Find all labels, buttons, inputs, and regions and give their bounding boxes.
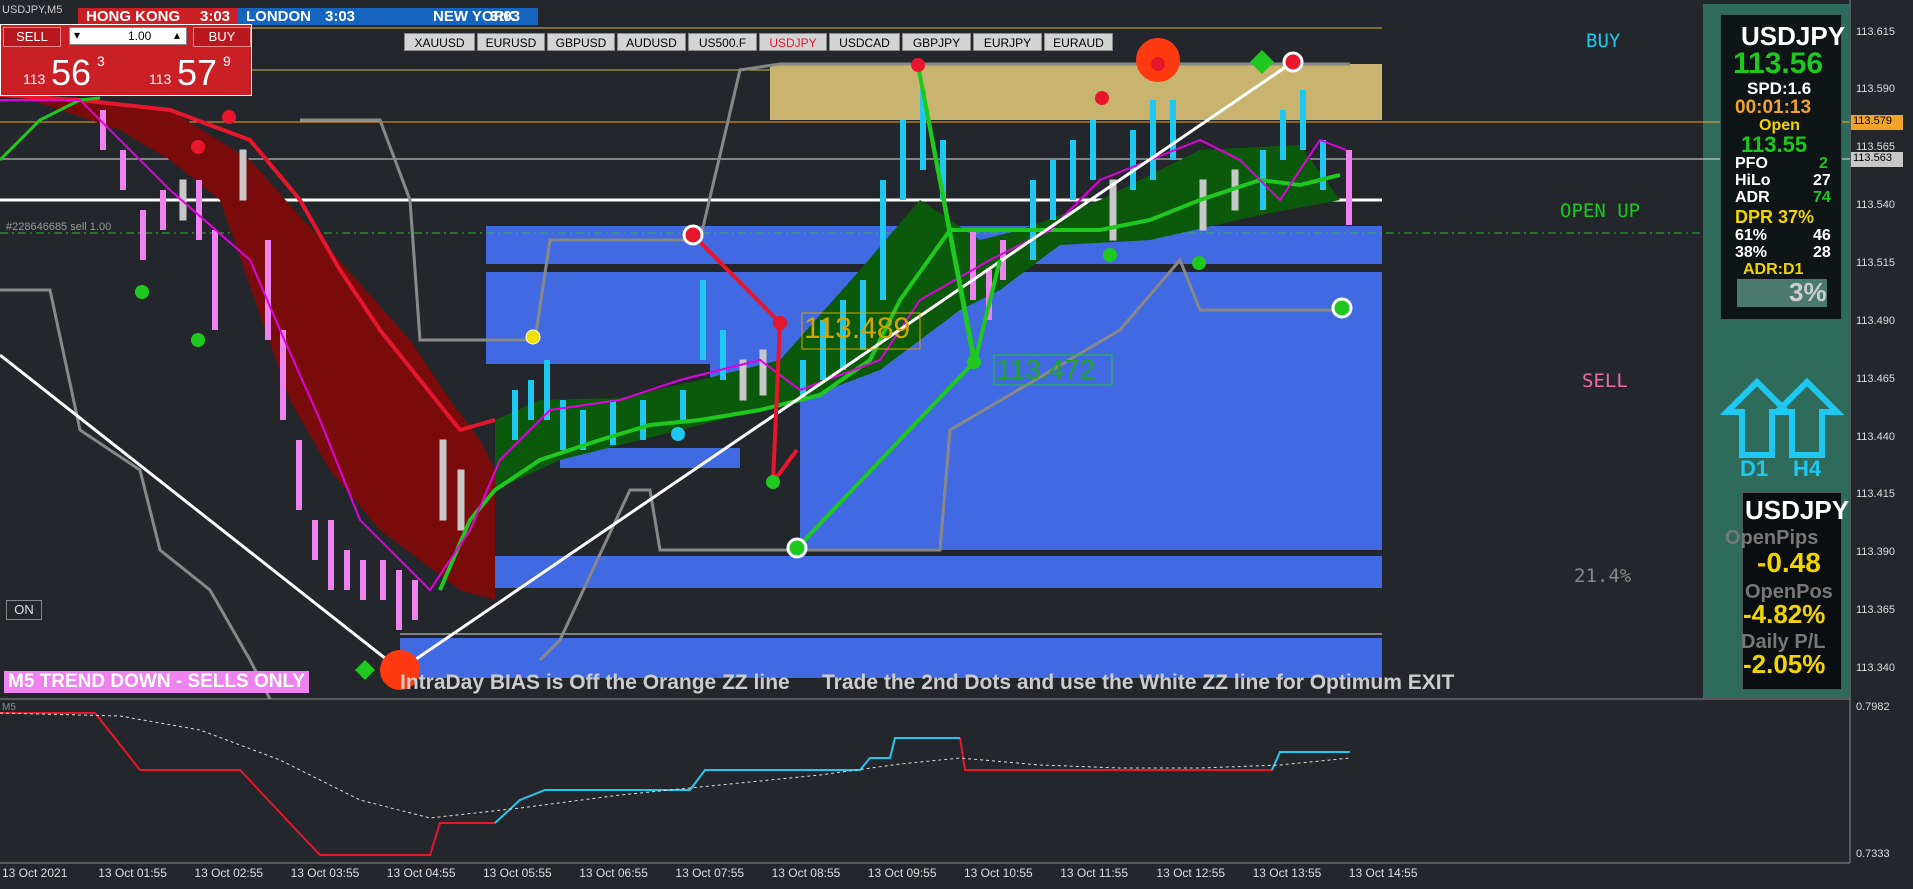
d1-label: D1 xyxy=(1740,456,1769,481)
trade-instructions-text: Trade the 2nd Dots and use the White ZZ … xyxy=(822,671,1455,694)
chart-title: USDJPY,M5 xyxy=(2,4,63,16)
info-timer: 00:01:13 xyxy=(1735,97,1812,118)
indicator-cyan-line xyxy=(494,737,960,824)
london-label: LONDON xyxy=(246,8,311,25)
price-axis-label: 113.365 xyxy=(1856,604,1895,616)
time-axis-label: 13 Oct 07:55 xyxy=(675,866,745,880)
time-axis-label: 13 Oct 12:55 xyxy=(1156,866,1226,880)
symbol-info-panel: USDJPY 113.56 SPD:1.6 00:01:13 Open 113.… xyxy=(1720,14,1845,320)
indicator-dotted-line xyxy=(0,712,1351,819)
info-hilo-value: 27 xyxy=(1813,172,1831,189)
time-axis-label: 13 Oct 14:55 xyxy=(1348,866,1418,880)
daily-pl-value: -2.05% xyxy=(1743,649,1826,679)
price-axis-label: 113.440 xyxy=(1856,431,1895,443)
sell-signal-label: SELL xyxy=(1582,370,1628,392)
time-axis-label: 13 Oct 03:55 xyxy=(290,866,360,880)
lot-increase-icon[interactable]: ▴ xyxy=(174,28,180,42)
lot-value: 1.00 xyxy=(128,29,152,43)
price-axis-label: 113.540 xyxy=(1856,199,1895,211)
info-spread: SPD:1.6 xyxy=(1747,79,1812,98)
symbol-button-eurjpy[interactable]: EURJPY xyxy=(973,33,1042,51)
info-hilo-label: HiLo xyxy=(1735,172,1771,189)
symbol-button-gbpusd[interactable]: GBPUSD xyxy=(547,33,615,51)
lot-size-field[interactable]: ▾ 1.00 ▴ xyxy=(69,27,187,45)
indicator-axis-top: 0.7982 xyxy=(1856,701,1890,713)
hongkong-label: HONG KONG xyxy=(86,8,181,25)
price-axis-label: 113.515 xyxy=(1856,257,1895,269)
trend-banner: M5 TREND DOWN - SELLS ONLY xyxy=(4,671,309,693)
info-dpr: DPR 37% xyxy=(1735,207,1815,227)
time-axis-label: 13 Oct 11:55 xyxy=(1060,866,1129,880)
open-up-label: OPEN UP xyxy=(1560,200,1641,222)
info-61-label: 61% xyxy=(1735,227,1768,244)
time-axis-label: 13 Oct 13:55 xyxy=(1252,866,1322,880)
symbol-button-audusd[interactable]: AUDUSD xyxy=(617,33,686,51)
current-price-tag-label: 113.563 xyxy=(1853,152,1892,164)
info-pfo-label: PFO xyxy=(1735,155,1768,172)
info-adr-label: ADR xyxy=(1735,189,1770,206)
one-click-trading-panel: SELL ▾ 1.00 ▴ BUY 113 56 3 113 57 9 xyxy=(0,24,252,96)
price-axis-label: 113.490 xyxy=(1856,315,1895,327)
price-axis-label: 113.615 xyxy=(1856,26,1895,38)
price-axis-label: 113.390 xyxy=(1856,546,1895,558)
indicator-cyan-line-2 xyxy=(1271,751,1350,771)
time-axis-label: 13 Oct 10:55 xyxy=(964,866,1033,880)
percent-label: 21.4% xyxy=(1574,565,1632,587)
buy-price[interactable]: 113 57 9 xyxy=(127,49,247,93)
time-axis-label: 13 Oct 06:55 xyxy=(579,866,648,880)
sell-price[interactable]: 113 56 3 xyxy=(1,49,121,93)
order-line-label: #228646685 sell 1.00 xyxy=(6,221,112,233)
info-61-value: 46 xyxy=(1813,227,1831,244)
indicator-name: M5 xyxy=(2,702,16,713)
pl-symbol: USDJPY xyxy=(1745,495,1850,525)
sell-button[interactable]: SELL xyxy=(3,27,61,47)
time-axis-label: 13 Oct 2021 xyxy=(2,866,68,880)
symbol-button-usdjpy[interactable]: USDJPY xyxy=(759,33,827,51)
time-axis-label: 13 Oct 05:55 xyxy=(483,866,552,880)
on-toggle-button[interactable]: ON xyxy=(6,600,42,620)
h4-label: H4 xyxy=(1793,456,1822,481)
symbol-button-us500-f[interactable]: US500.F xyxy=(688,33,757,51)
time-axis-label: 13 Oct 04:55 xyxy=(386,866,456,880)
info-adr-value: 74 xyxy=(1813,189,1831,206)
symbol-button-gbpjpy[interactable]: GBPJPY xyxy=(902,33,971,51)
price-chart[interactable] xyxy=(0,0,1913,889)
london-time: 3:03 xyxy=(325,8,356,25)
info-38-value: 28 xyxy=(1813,244,1831,261)
hongkong-time: 3:03 xyxy=(200,8,231,25)
price-axis-label: 113.415 xyxy=(1856,488,1895,500)
info-price: 113.56 xyxy=(1733,47,1824,80)
bias-text: IntraDay BIAS is Off the Orange ZZ line xyxy=(400,671,790,694)
orange-price-tag-label: 113.579 xyxy=(1853,115,1892,127)
open-pos-value: -4.82% xyxy=(1743,599,1826,629)
newyork-time: 3:03 xyxy=(490,8,521,25)
buy-signal-label: BUY xyxy=(1586,30,1621,52)
price-axis-label: 113.465 xyxy=(1856,373,1895,385)
indicator-red-line xyxy=(0,712,1350,856)
info-38-label: 38% xyxy=(1735,244,1768,261)
indicator-axis-bottom: 0.7333 xyxy=(1856,848,1890,860)
price-axis-label: 113.340 xyxy=(1856,662,1895,674)
symbol-button-euraud[interactable]: EURAUD xyxy=(1044,33,1113,51)
zz-lower-label: 113.472 xyxy=(996,354,1096,385)
time-axis-label: 13 Oct 09:55 xyxy=(867,866,937,880)
open-pips-value: -0.48 xyxy=(1757,547,1821,578)
pl-panel: USDJPY OpenPips -0.48 OpenPos -4.82% Dai… xyxy=(1725,492,1849,690)
adr-progress-label: 3% xyxy=(1789,277,1827,307)
lot-decrease-icon[interactable]: ▾ xyxy=(74,28,80,42)
buy-button[interactable]: BUY xyxy=(193,27,251,47)
symbol-button-usdcad[interactable]: USDCAD xyxy=(829,33,900,51)
symbol-button-xauusd[interactable]: XAUUSD xyxy=(404,33,475,51)
info-pfo-value: 2 xyxy=(1819,155,1828,172)
time-axis-label: 13 Oct 02:55 xyxy=(194,866,264,880)
symbol-button-eurusd[interactable]: EURUSD xyxy=(477,33,545,51)
price-axis-label: 113.590 xyxy=(1856,83,1895,95)
zz-upper-label: 113.489 xyxy=(804,312,911,345)
time-axis-label: 13 Oct 01:55 xyxy=(98,866,167,880)
time-axis-label: 13 Oct 08:55 xyxy=(771,866,841,880)
supply-zone xyxy=(770,64,1382,120)
